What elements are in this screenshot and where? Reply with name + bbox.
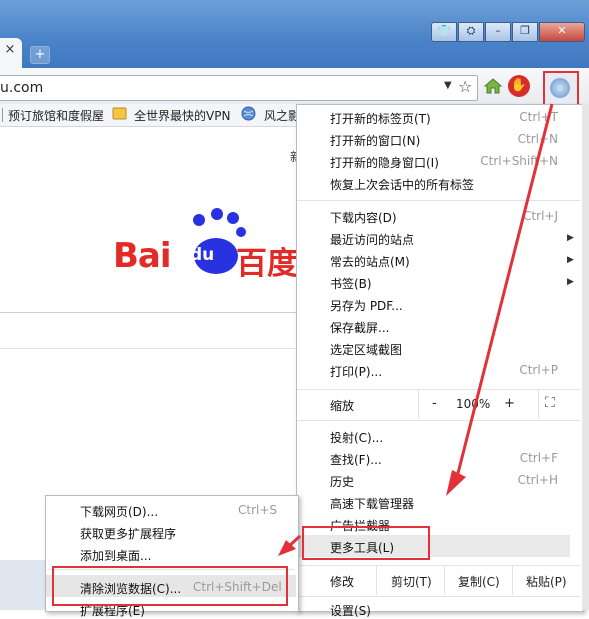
main-menu-button[interactable] xyxy=(543,71,579,107)
zoom-value: 100% xyxy=(456,397,491,411)
divider xyxy=(0,348,300,349)
menu-item-save-pdf[interactable]: 另存为 PDF... xyxy=(330,297,403,314)
zoom-in-button[interactable]: + xyxy=(504,396,515,411)
menu-item-download-manager[interactable]: 高速下载管理器 xyxy=(330,495,414,512)
annotation-box-clear-data xyxy=(52,566,288,606)
address-bar[interactable] xyxy=(0,75,478,101)
logo-cn-text: 百度 xyxy=(236,246,298,282)
menu-item-history[interactable]: 历史 xyxy=(330,473,354,490)
copy-button[interactable]: 复制(C) xyxy=(458,573,500,590)
cut-button[interactable]: 剪切(T) xyxy=(391,573,432,590)
edit-label: 修改 xyxy=(330,575,355,589)
menu-shortcut: Ctrl+T xyxy=(519,110,558,124)
menu-item-find[interactable]: 查找(F)... xyxy=(330,451,382,468)
search-box-edge xyxy=(0,312,300,313)
submenu-item-add-desktop[interactable]: 添加到桌面... xyxy=(80,547,151,564)
menu-item-new-window[interactable]: 打开新的窗口(N) xyxy=(330,132,420,149)
menu-separator xyxy=(297,200,581,201)
tab-close-icon[interactable]: × xyxy=(2,40,18,60)
menu-item-recent-sites[interactable]: 最近访问的站点 xyxy=(330,231,414,248)
account-icon[interactable]: ⛭ xyxy=(458,22,484,42)
menu-item-print[interactable]: 打印(P)... xyxy=(330,363,382,380)
paste-button[interactable]: 粘贴(P) xyxy=(526,573,567,590)
menu-shortcut: Ctrl+P xyxy=(519,363,558,377)
menu-item-incognito[interactable]: 打开新的隐身窗口(I) xyxy=(330,154,439,171)
chevron-right-icon: ▶ xyxy=(567,233,574,243)
menu-item-region-screenshot[interactable]: 选定区域截图 xyxy=(330,341,402,358)
bookmark-item[interactable]: 全世界最快的VPN xyxy=(134,107,230,124)
bookmark-separator xyxy=(2,108,3,122)
menu-shortcut: Ctrl+J xyxy=(523,209,558,223)
home-icon[interactable] xyxy=(483,76,503,96)
star-icon[interactable]: ☆ xyxy=(458,77,472,96)
fullscreen-icon[interactable]: ⛶ xyxy=(545,395,555,411)
annotation-box-more-tools xyxy=(302,526,430,560)
maximize-button[interactable]: ❐ xyxy=(512,22,538,42)
submenu-item-save-page[interactable]: 下载网页(D)... xyxy=(80,503,158,520)
dropdown-icon[interactable]: ▼ xyxy=(444,80,452,91)
menu-item-new-tab[interactable]: 打开新的标签页(T) xyxy=(330,110,431,127)
menu-item-settings[interactable]: 设置(S) xyxy=(330,602,371,619)
submenu-item-extensions-store[interactable]: 获取更多扩展程序 xyxy=(80,525,176,542)
stop-icon[interactable]: ✋ xyxy=(508,75,530,97)
globe-icon xyxy=(241,106,256,121)
menu-shortcut: Ctrl+H xyxy=(517,473,558,487)
menu-shortcut: Ctrl+Shift+N xyxy=(480,154,558,168)
address-url[interactable]: u.com xyxy=(0,80,43,96)
menu-item-cast[interactable]: 投射(C)... xyxy=(330,429,383,446)
new-tab-button[interactable]: + xyxy=(30,46,50,64)
menu-item-screenshot[interactable]: 保存截屏... xyxy=(330,319,389,336)
menu-icon xyxy=(550,78,570,98)
skin-icon[interactable]: 👕 xyxy=(431,22,457,42)
menu-item-frequent-sites[interactable]: 常去的站点(M) xyxy=(330,253,410,270)
menu-item-downloads[interactable]: 下载内容(D) xyxy=(330,209,397,226)
submenu-shortcut: Ctrl+S xyxy=(238,503,278,517)
chevron-right-icon: ▶ xyxy=(567,277,574,287)
bookmark-item[interactable]: 预订旅馆和度假屋 xyxy=(8,107,104,124)
menu-item-bookmarks[interactable]: 书签(B) xyxy=(330,275,372,292)
window-controls: 👕 ⛭ – ❐ ✕ xyxy=(431,22,586,42)
bookmark-folder-icon xyxy=(112,106,127,121)
bookmark-item[interactable]: 风之影 xyxy=(264,107,300,124)
chevron-right-icon: ▶ xyxy=(567,255,574,265)
page-scrollbar[interactable] xyxy=(582,104,589,610)
zoom-out-button[interactable]: - xyxy=(432,396,437,411)
menu-shortcut: Ctrl+N xyxy=(517,132,558,146)
menu-item-restore-tabs[interactable]: 恢复上次会话中的所有标签 xyxy=(330,176,474,193)
zoom-label: 缩放 xyxy=(330,399,355,413)
menu-shortcut: Ctrl+F xyxy=(519,451,558,465)
logo-text: Bai xyxy=(113,236,172,276)
logo-du-text: du xyxy=(190,245,215,265)
close-button[interactable]: ✕ xyxy=(539,22,585,42)
minimize-button[interactable]: – xyxy=(485,22,511,42)
